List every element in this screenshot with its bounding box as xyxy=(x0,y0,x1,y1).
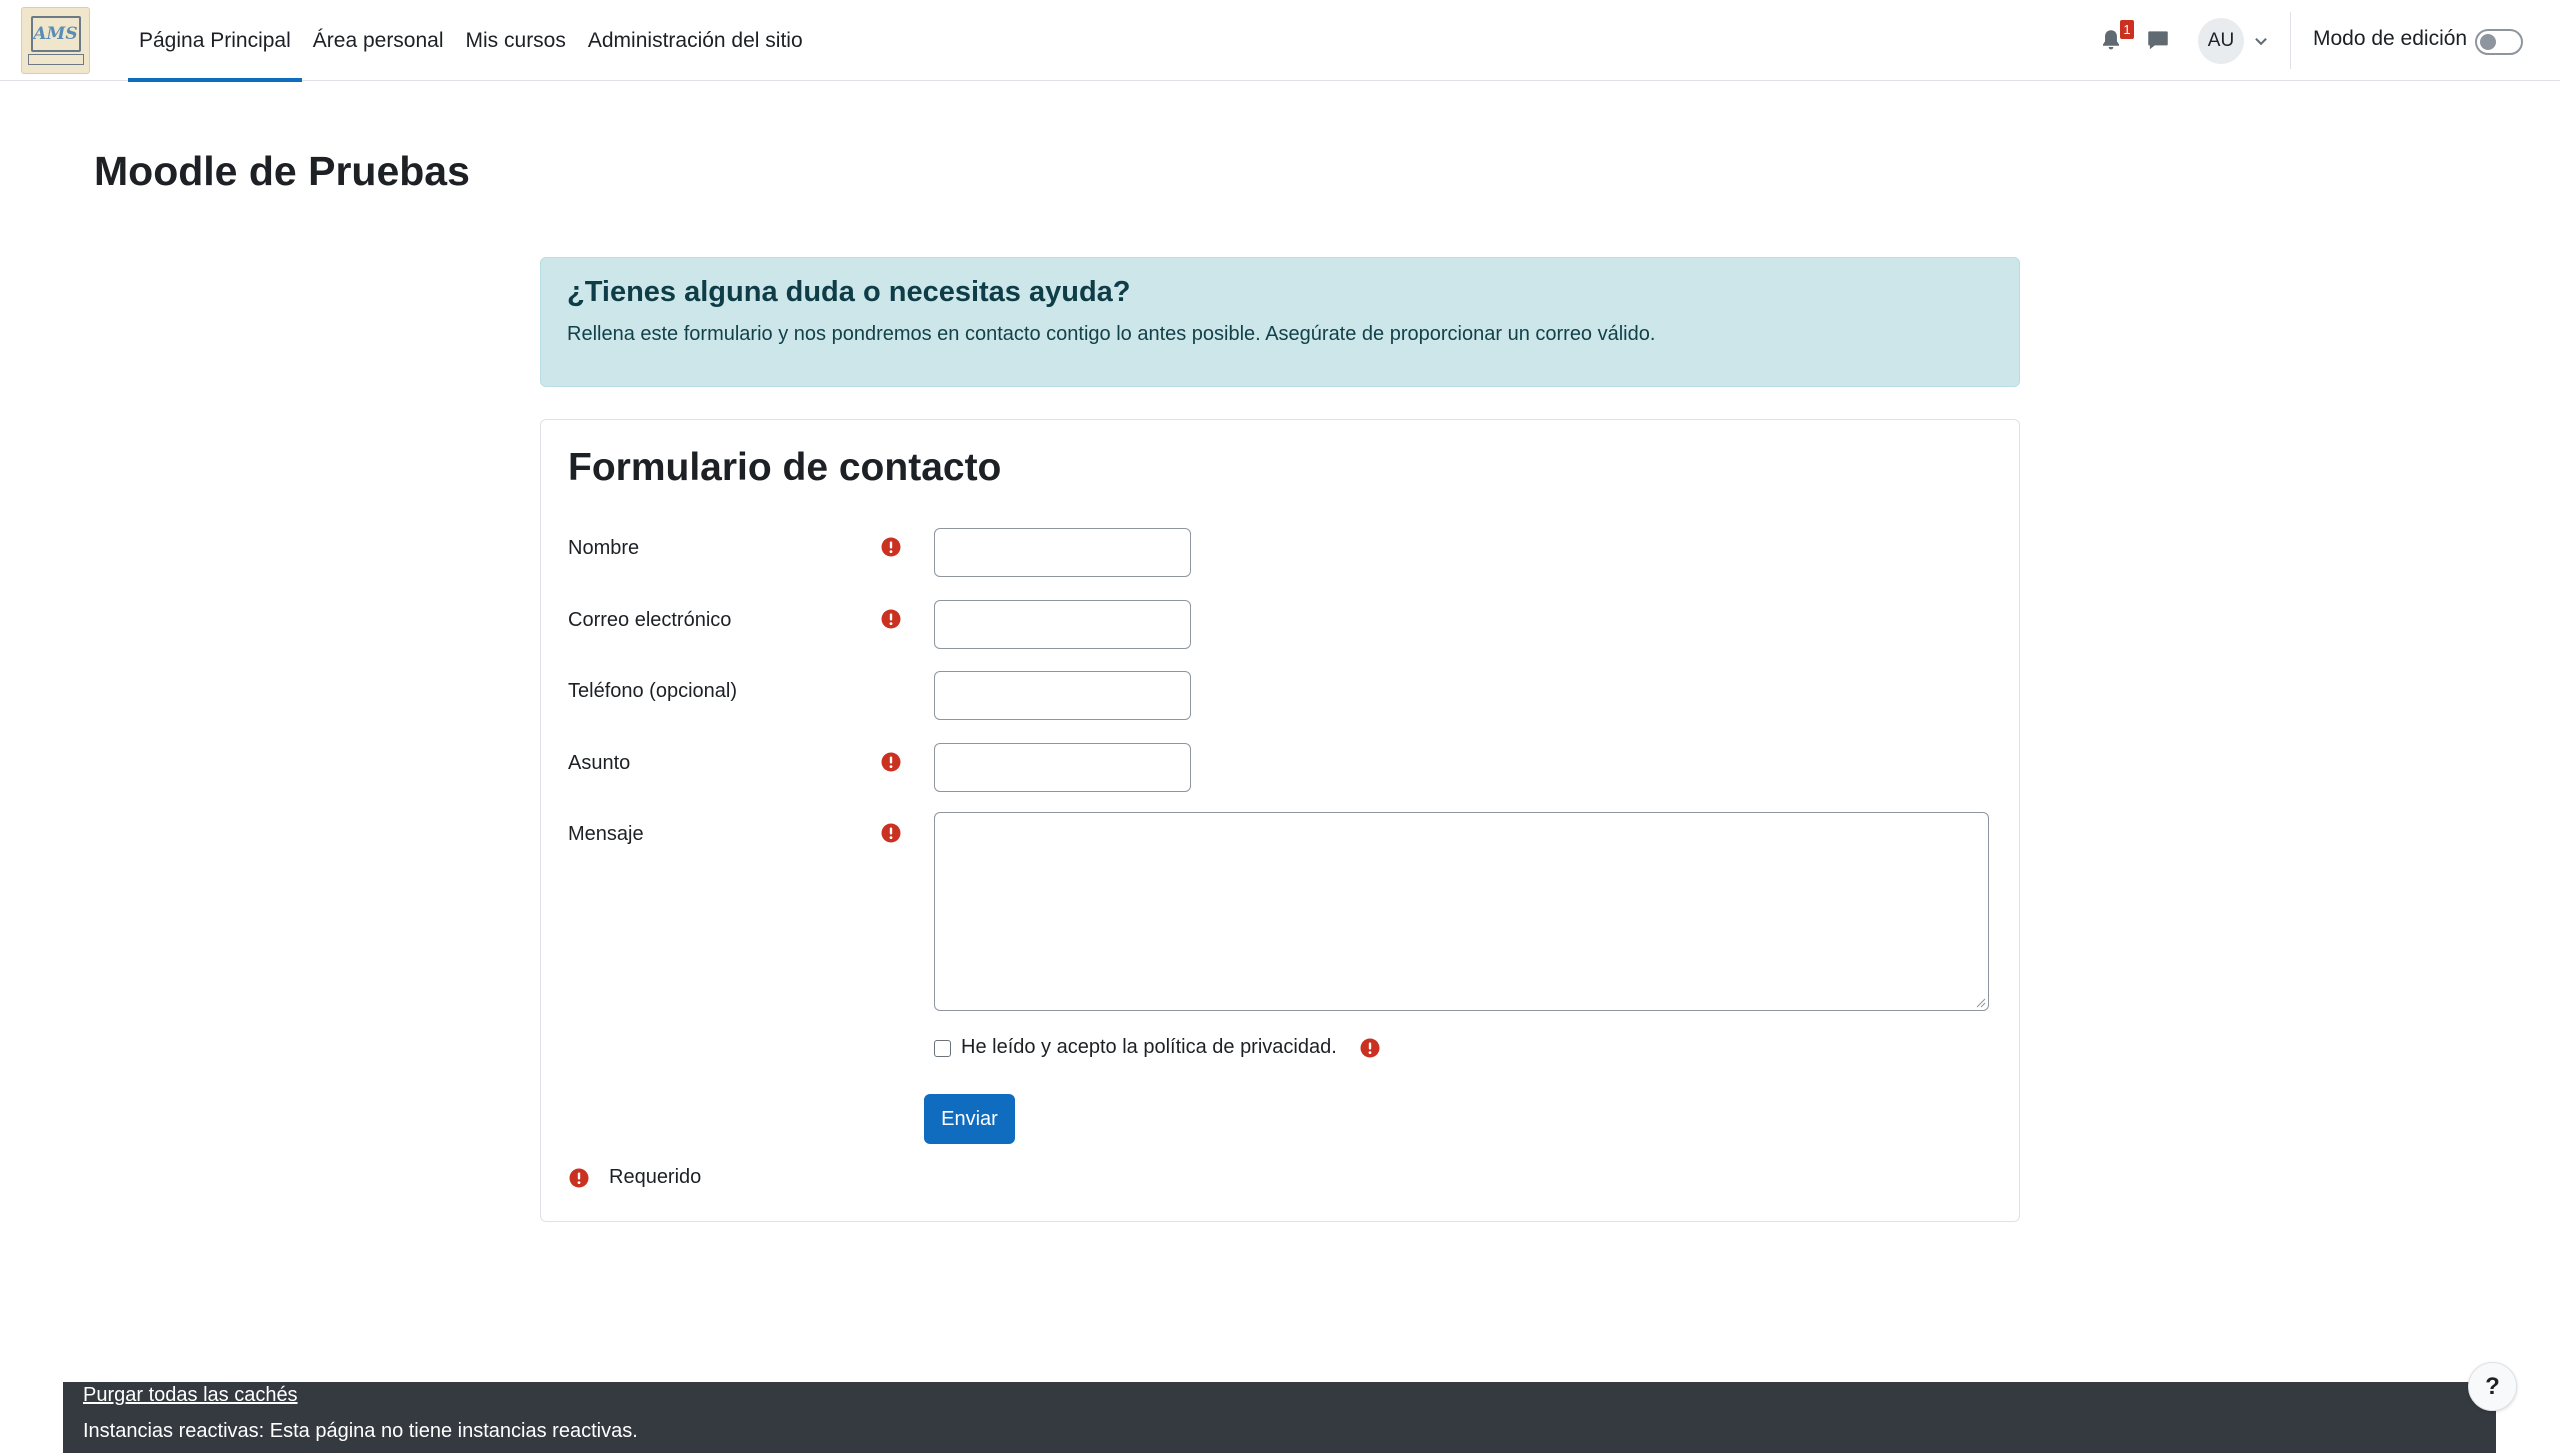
navbar-divider xyxy=(2290,12,2291,69)
toggle-knob xyxy=(2480,34,2496,50)
logo-screen-graphic: AMS xyxy=(30,16,81,52)
nav-link-my-courses[interactable]: Mis cursos xyxy=(455,0,577,81)
privacy-checkbox-label[interactable]: He leído y acepto la política de privaci… xyxy=(961,1036,1337,1059)
required-legend-label: Requerido xyxy=(609,1166,702,1188)
required-icon xyxy=(881,537,901,557)
contact-form-card: Formulario de contacto Nombre Correo ele… xyxy=(540,419,2020,1222)
required-icon xyxy=(881,609,901,629)
primary-navigation: Página Principal Área personal Mis curso… xyxy=(128,0,814,82)
user-avatar[interactable]: AU xyxy=(2198,18,2244,64)
logo-keyboard-graphic xyxy=(27,54,84,65)
subject-label: Asunto xyxy=(568,752,631,774)
site-logo[interactable]: AMS xyxy=(21,7,90,74)
submit-button[interactable]: Enviar xyxy=(924,1094,1015,1144)
alert-text: Rellena este formulario y nos pondremos … xyxy=(567,323,1656,345)
reactive-instances-text: Instancias reactivas: Esta página no tie… xyxy=(83,1420,638,1442)
privacy-checkbox[interactable] xyxy=(934,1040,951,1057)
chevron-down-icon[interactable] xyxy=(2252,32,2270,50)
form-title: Formulario de contacto xyxy=(568,446,1002,489)
required-icon xyxy=(881,823,901,843)
required-icon xyxy=(1360,1038,1380,1058)
page-footer: Purgar todas las cachés Instancias react… xyxy=(63,1382,2496,1453)
nav-link-home[interactable]: Página Principal xyxy=(128,0,302,82)
notification-count-badge: 1 xyxy=(2120,20,2134,39)
help-info-alert: ¿Tienes alguna duda o necesitas ayuda? R… xyxy=(540,257,2020,387)
nav-link-dashboard[interactable]: Área personal xyxy=(302,0,455,81)
email-input[interactable] xyxy=(934,600,1191,649)
phone-input[interactable] xyxy=(934,671,1191,720)
subject-input[interactable] xyxy=(934,743,1191,792)
edit-mode-label: Modo de edición xyxy=(2313,27,2468,50)
email-label: Correo electrónico xyxy=(568,609,732,631)
message-label: Mensaje xyxy=(568,823,644,845)
message-textarea[interactable] xyxy=(934,812,1989,1011)
purge-caches-link[interactable]: Purgar todas las cachés xyxy=(83,1384,298,1407)
alert-heading: ¿Tienes alguna duda o necesitas ayuda? xyxy=(567,276,1131,308)
help-button[interactable]: ? xyxy=(2468,1362,2517,1411)
required-icon xyxy=(569,1168,589,1188)
edit-mode-toggle[interactable] xyxy=(2475,29,2523,55)
top-navbar: AMS Página Principal Área personal Mis c… xyxy=(0,0,2560,82)
required-icon xyxy=(881,752,901,772)
phone-label: Teléfono (opcional) xyxy=(568,680,737,702)
messages-chat-icon[interactable] xyxy=(2145,27,2171,53)
name-input[interactable] xyxy=(934,528,1191,577)
name-label: Nombre xyxy=(568,537,640,559)
page-title: Moodle de Pruebas xyxy=(94,148,470,194)
nav-link-site-admin[interactable]: Administración del sitio xyxy=(577,0,814,81)
resize-grip-icon[interactable] xyxy=(1976,998,1986,1008)
